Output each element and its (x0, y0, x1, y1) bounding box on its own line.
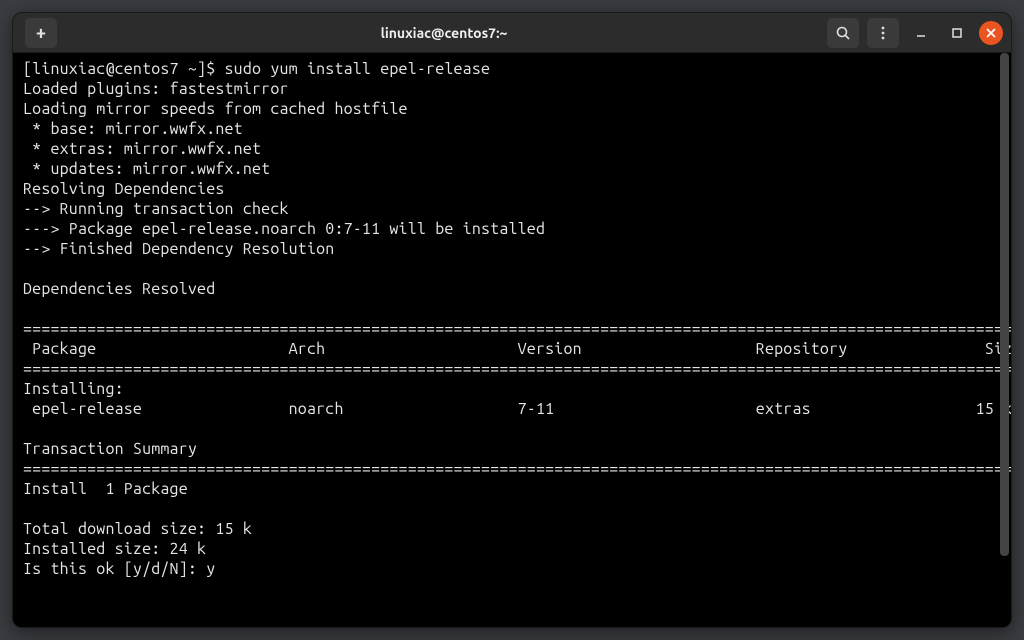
confirm-prompt: Is this ok [y/d/N]: y (23, 560, 215, 578)
search-icon (835, 25, 851, 41)
maximize-button[interactable] (943, 19, 971, 47)
table-row: epel-release noarch 7-11 extras 15 k (23, 400, 1011, 418)
install-count: Install 1 Package (23, 480, 188, 498)
titlebar: + linuxiac@centos7:~ (13, 13, 1011, 53)
window-title: linuxiac@centos7:~ (61, 25, 827, 41)
plus-icon: + (36, 23, 46, 43)
total-download-size: Total download size: 15 k (23, 520, 252, 538)
minimize-button[interactable] (907, 19, 935, 47)
installing-label: Installing: (23, 380, 124, 398)
scrollbar-thumb[interactable] (1000, 53, 1009, 556)
terminal-output[interactable]: [linuxiac@centos7 ~]$ sudo yum install e… (13, 53, 1011, 627)
search-button[interactable] (827, 18, 859, 48)
kebab-icon (875, 25, 891, 41)
prompt-line: [linuxiac@centos7 ~]$ sudo yum install e… (23, 60, 490, 78)
maximize-icon (950, 26, 964, 40)
rule-mid: ========================================… (23, 360, 1011, 378)
close-icon (985, 27, 997, 39)
terminal-window: + linuxiac@centos7:~ (12, 12, 1012, 628)
output-block-pre: Loaded plugins: fastestmirror Loading mi… (23, 80, 545, 298)
scrollbar[interactable] (1000, 53, 1009, 625)
rule-top: ========================================… (23, 320, 1011, 338)
menu-button[interactable] (867, 18, 899, 48)
minimize-icon (914, 26, 928, 40)
tx-summary-label: Transaction Summary (23, 440, 197, 458)
rule-bottom: ========================================… (23, 460, 1011, 478)
installed-size: Installed size: 24 k (23, 540, 206, 558)
table-header: Package Arch Version Repository Size (23, 340, 1011, 358)
close-button[interactable] (979, 21, 1003, 45)
new-tab-button[interactable]: + (25, 18, 57, 48)
